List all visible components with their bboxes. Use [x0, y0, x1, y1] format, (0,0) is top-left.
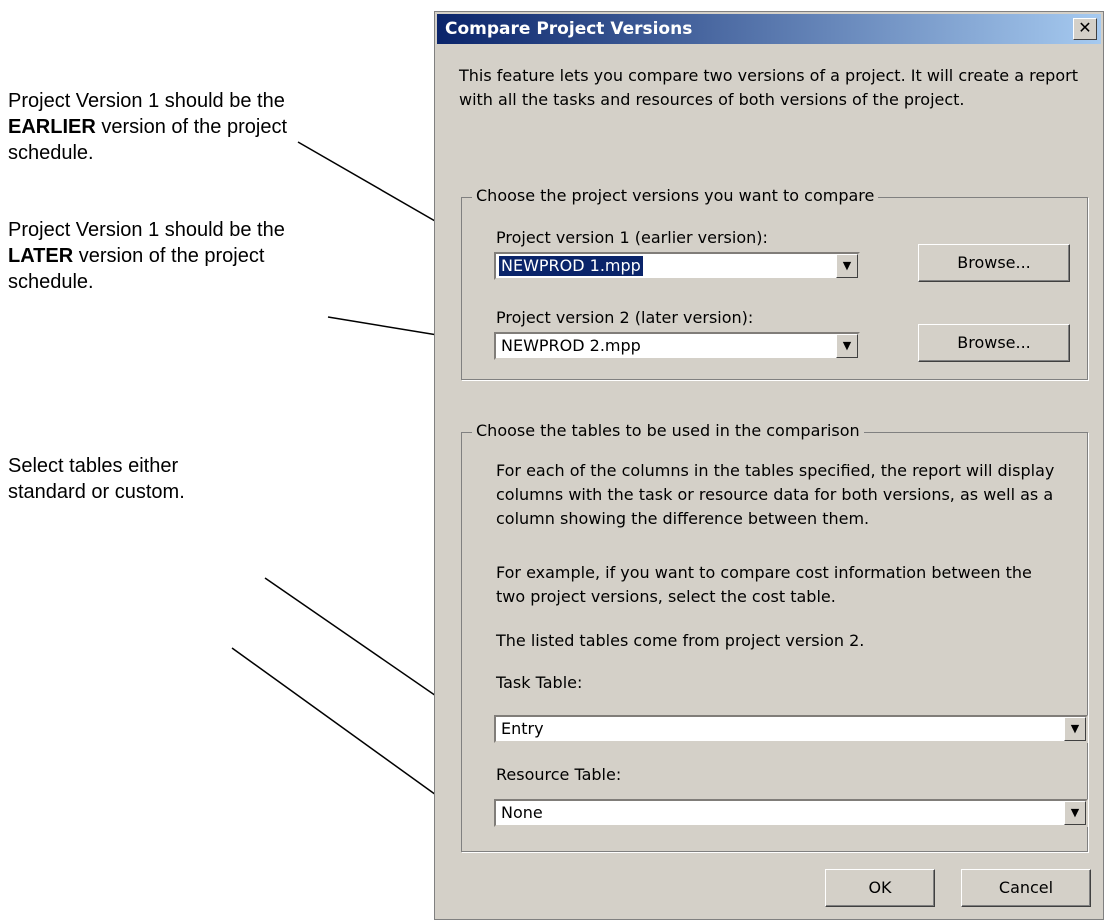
- resource-table-value: None: [501, 803, 543, 822]
- chevron-down-icon[interactable]: ▼: [836, 334, 858, 358]
- task-table-label: Task Table:: [496, 673, 583, 692]
- versions-group-legend: Choose the project versions you want to …: [472, 186, 879, 205]
- versions-group: Choose the project versions you want to …: [461, 186, 1088, 380]
- version1-value: NEWPROD 1.mpp: [498, 255, 644, 277]
- dialog-title: Compare Project Versions: [445, 19, 693, 39]
- tables-group-legend: Choose the tables to be used in the comp…: [472, 421, 864, 440]
- close-button[interactable]: ✕: [1073, 18, 1097, 40]
- tables-description: For each of the columns in the tables sp…: [496, 461, 1055, 528]
- browse-version2-button[interactable]: Browse...: [918, 324, 1070, 362]
- chevron-down-icon[interactable]: ▼: [1064, 801, 1086, 825]
- task-table-select[interactable]: Entry ▼: [494, 715, 1088, 743]
- version2-select[interactable]: NEWPROD 2.mpp ▼: [494, 332, 860, 360]
- intro-text: This feature lets you compare two versio…: [459, 66, 1078, 109]
- compare-project-versions-dialog: Compare Project Versions ✕ This feature …: [434, 11, 1104, 920]
- version2-label: Project version 2 (later version):: [496, 308, 754, 327]
- task-table-value: Entry: [501, 719, 544, 738]
- version1-label: Project version 1 (earlier version):: [496, 228, 768, 247]
- version2-value: NEWPROD 2.mpp: [501, 336, 641, 355]
- tables-example: For example, if you want to compare cost…: [496, 563, 1032, 606]
- version1-select[interactable]: NEWPROD 1.mpp ▼: [494, 252, 860, 280]
- tables-source-note: The listed tables come from project vers…: [496, 631, 865, 650]
- arrow-to-resource-table: [231, 647, 469, 819]
- resource-table-select[interactable]: None ▼: [494, 799, 1088, 827]
- tables-group: Choose the tables to be used in the comp…: [461, 421, 1088, 852]
- cancel-button[interactable]: Cancel: [961, 869, 1091, 907]
- title-bar: Compare Project Versions ✕: [437, 14, 1101, 44]
- chevron-down-icon[interactable]: ▼: [836, 254, 858, 278]
- browse-version1-button[interactable]: Browse...: [918, 244, 1070, 282]
- ok-button[interactable]: OK: [825, 869, 935, 907]
- close-icon: ✕: [1078, 18, 1092, 37]
- resource-table-label: Resource Table:: [496, 765, 622, 784]
- chevron-down-icon[interactable]: ▼: [1064, 717, 1086, 741]
